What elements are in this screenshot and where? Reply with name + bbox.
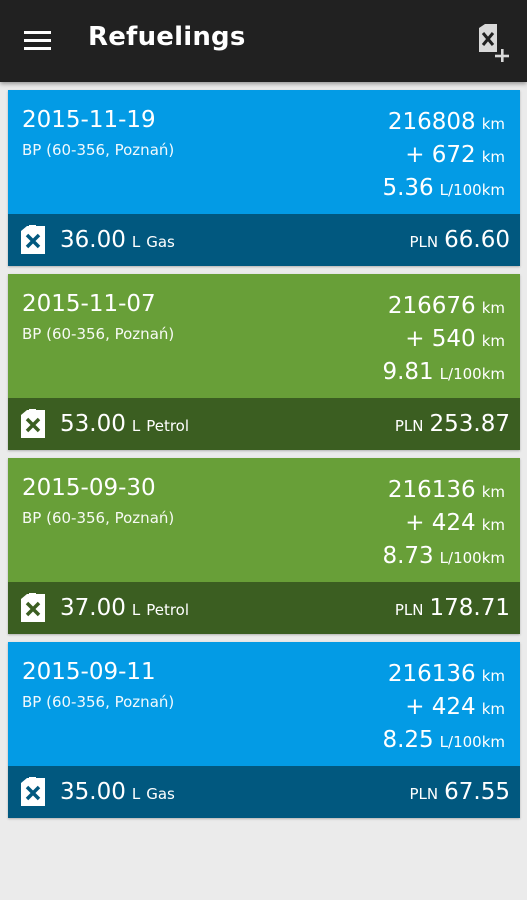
distance-line: + 672 km: [382, 139, 505, 172]
distance-unit: km: [481, 516, 505, 534]
odometer-line: 216808 km: [382, 106, 505, 139]
volume-unit: L: [131, 785, 141, 803]
refueling-date: 2015-11-19: [22, 107, 156, 133]
station-name: BP (60-356, Poznań): [22, 141, 175, 159]
station-name: BP (60-356, Poznań): [22, 693, 175, 711]
refueling-date: 2015-09-30: [22, 475, 156, 501]
cost-value: 253.87: [429, 411, 510, 437]
consumption-unit: L/100km: [439, 733, 505, 751]
distance-value: + 672: [405, 142, 476, 168]
app-bar: Refuelings: [0, 0, 527, 82]
volume-value: 53.00: [60, 411, 126, 437]
distance-line: + 424 km: [382, 507, 505, 540]
fuel-quantity: 37.00 L Petrol: [60, 582, 189, 636]
fuel-can-icon: [19, 777, 47, 807]
odometer-line: 216136 km: [382, 474, 505, 507]
consumption-unit: L/100km: [439, 365, 505, 383]
currency: PLN: [409, 785, 439, 803]
volume-unit: L: [131, 417, 141, 435]
distance-line: + 424 km: [382, 691, 505, 724]
fuel-quantity: 36.00 L Gas: [60, 214, 175, 268]
currency: PLN: [394, 601, 424, 619]
refueling-card-summary: 2015-11-07 BP (60-356, Poznań) 216676 km …: [8, 274, 520, 398]
distance-line: + 540 km: [382, 323, 505, 356]
refueling-card-summary: 2015-09-11 BP (60-356, Poznań) 216136 km …: [8, 642, 520, 766]
refueling-card-summary: 2015-11-19 BP (60-356, Poznań) 216808 km …: [8, 90, 520, 214]
volume-value: 36.00: [60, 227, 126, 253]
fuel-quantity: 35.00 L Gas: [60, 766, 175, 820]
fuel-can-icon: [19, 593, 47, 623]
refueling-card[interactable]: 2015-11-07 BP (60-356, Poznań) 216676 km …: [8, 274, 520, 450]
refueling-cost: PLN 66.60: [410, 214, 510, 268]
fuel-can-icon: [19, 225, 47, 255]
refueling-date: 2015-09-11: [22, 659, 156, 685]
refueling-cost: PLN 178.71: [395, 582, 510, 636]
refueling-cost: PLN 253.87: [395, 398, 510, 452]
fuel-type: Petrol: [146, 601, 190, 619]
refueling-card-footer: 36.00 L Gas PLN 66.60: [8, 214, 520, 266]
cost-value: 67.55: [444, 779, 510, 805]
consumption-value: 5.36: [382, 175, 434, 201]
fuel-can-icon: [19, 409, 47, 439]
cost-value: 178.71: [429, 595, 510, 621]
fuel-type: Gas: [146, 233, 175, 251]
odometer-value: 216136: [387, 477, 476, 503]
distance-unit: km: [481, 332, 505, 350]
refueling-card-footer: 37.00 L Petrol PLN 178.71: [8, 582, 520, 634]
station-name: BP (60-356, Poznań): [22, 325, 175, 343]
station-name: BP (60-356, Poznań): [22, 509, 175, 527]
consumption-value: 8.73: [382, 543, 434, 569]
hamburger-menu-icon: [24, 31, 51, 50]
odometer-unit: km: [481, 483, 505, 501]
volume-value: 35.00: [60, 779, 126, 805]
fuel-type: Gas: [146, 785, 175, 803]
menu-button[interactable]: [18, 24, 58, 58]
consumption-line: 5.36 L/100km: [382, 172, 505, 205]
volume-value: 37.00: [60, 595, 126, 621]
refueling-date: 2015-11-07: [22, 291, 156, 317]
consumption-unit: L/100km: [439, 549, 505, 567]
cost-value: 66.60: [444, 227, 510, 253]
odometer-value: 216808: [387, 109, 476, 135]
odometer-value: 216676: [387, 293, 476, 319]
add-refueling-button[interactable]: [475, 22, 513, 63]
odometer-line: 216136 km: [382, 658, 505, 691]
volume-unit: L: [131, 601, 141, 619]
distance-value: + 424: [405, 510, 476, 536]
odometer-unit: km: [481, 299, 505, 317]
refueling-card[interactable]: 2015-09-11 BP (60-356, Poznań) 216136 km …: [8, 642, 520, 818]
distance-unit: km: [481, 148, 505, 166]
refueling-card-footer: 35.00 L Gas PLN 67.55: [8, 766, 520, 818]
refueling-cost: PLN 67.55: [410, 766, 510, 820]
odometer-value: 216136: [387, 661, 476, 687]
refuelings-list: 2015-11-19 BP (60-356, Poznań) 216808 km …: [8, 90, 520, 826]
refueling-card[interactable]: 2015-09-30 BP (60-356, Poznań) 216136 km …: [8, 458, 520, 634]
fuel-quantity: 53.00 L Petrol: [60, 398, 189, 452]
odometer-unit: km: [481, 115, 505, 133]
currency: PLN: [394, 417, 424, 435]
consumption-value: 9.81: [382, 359, 434, 385]
volume-unit: L: [131, 233, 141, 251]
consumption-line: 8.73 L/100km: [382, 540, 505, 573]
refueling-card-summary: 2015-09-30 BP (60-356, Poznań) 216136 km …: [8, 458, 520, 582]
distance-value: + 424: [405, 694, 476, 720]
odometer-line: 216676 km: [382, 290, 505, 323]
distance-unit: km: [481, 700, 505, 718]
refueling-card-footer: 53.00 L Petrol PLN 253.87: [8, 398, 520, 450]
consumption-line: 9.81 L/100km: [382, 356, 505, 389]
currency: PLN: [409, 233, 439, 251]
consumption-value: 8.25: [382, 727, 434, 753]
consumption-unit: L/100km: [439, 181, 505, 199]
fuel-type: Petrol: [146, 417, 190, 435]
consumption-line: 8.25 L/100km: [382, 724, 505, 757]
page-title: Refuelings: [88, 22, 246, 52]
odometer-unit: km: [481, 667, 505, 685]
refueling-card[interactable]: 2015-11-19 BP (60-356, Poznań) 216808 km …: [8, 90, 520, 266]
distance-value: + 540: [405, 326, 476, 352]
add-refueling-icon: [479, 24, 509, 63]
